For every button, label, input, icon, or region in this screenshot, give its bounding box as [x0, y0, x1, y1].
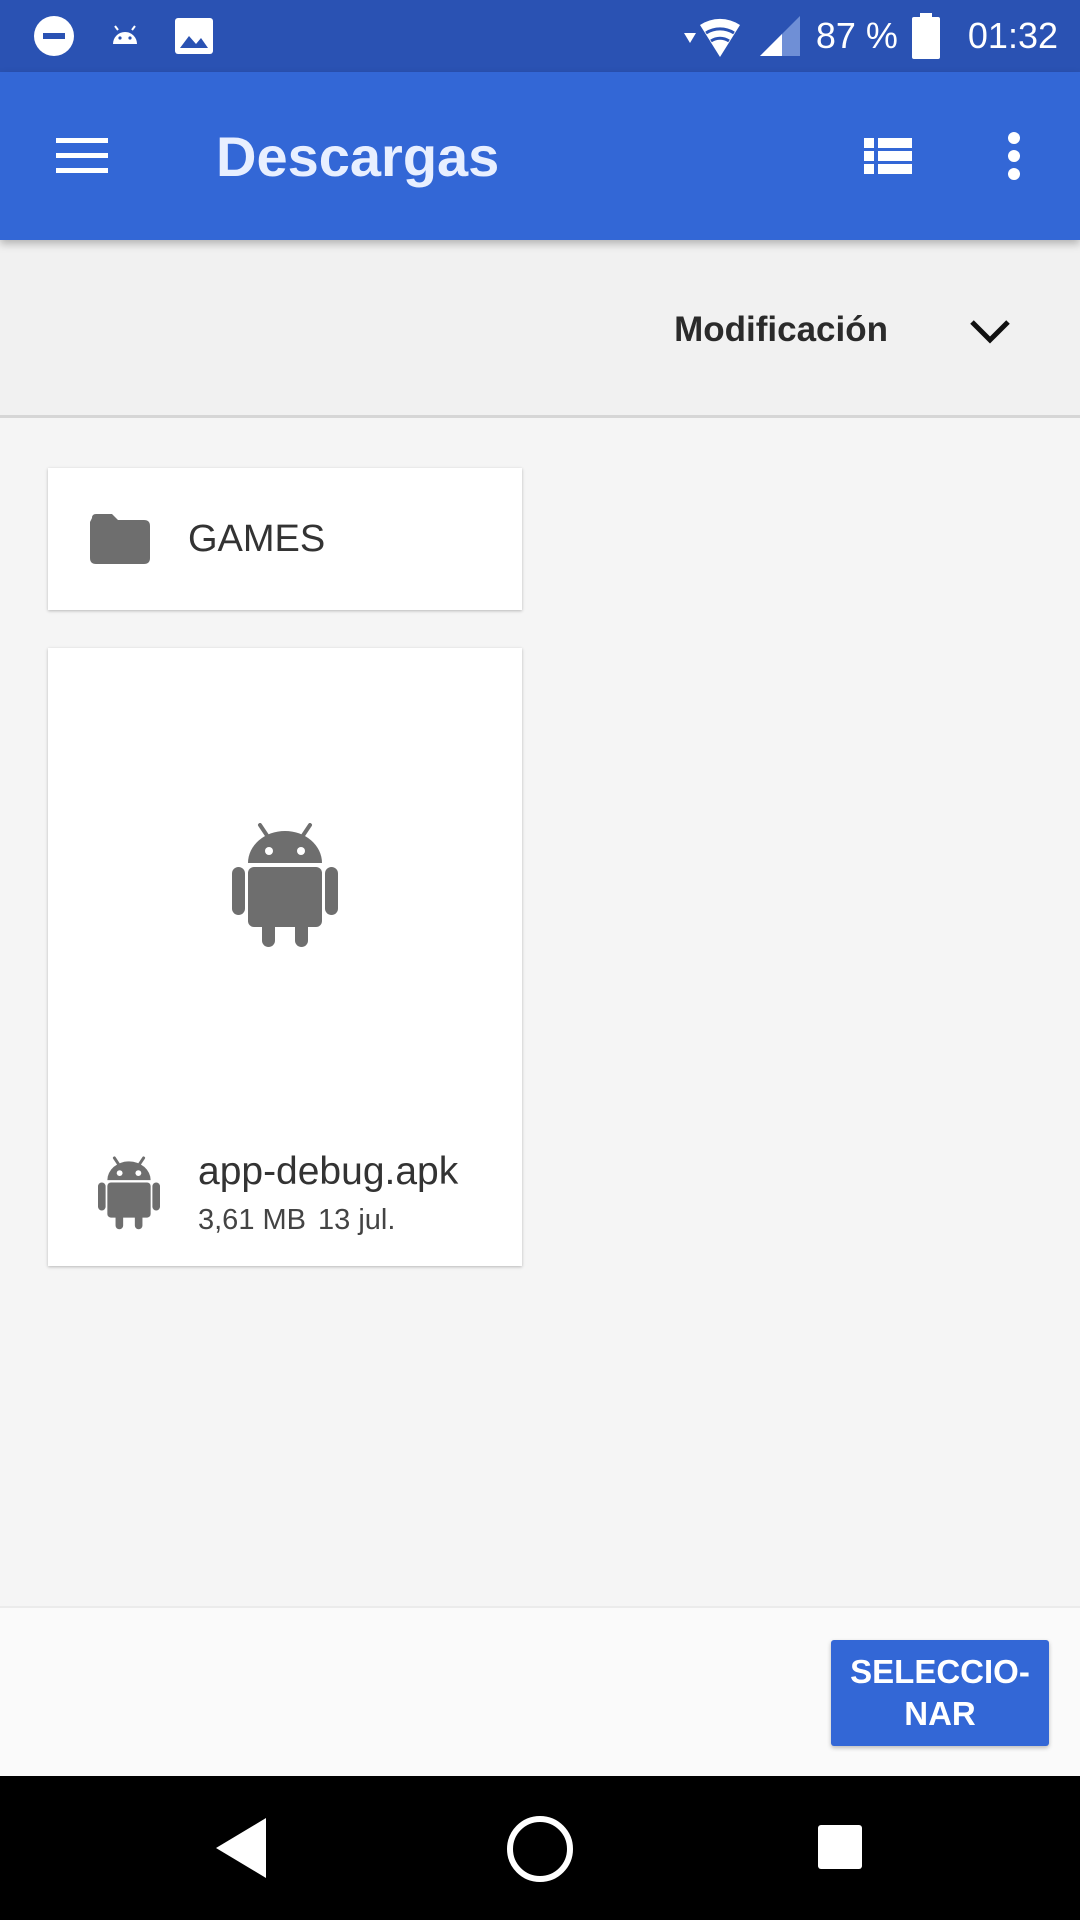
page-title: Descargas	[216, 125, 500, 188]
folder-item[interactable]: GAMES	[48, 468, 522, 610]
select-button-label: SELECCIO-NAR	[850, 1653, 1030, 1732]
app-bar: Descargas	[0, 72, 1080, 240]
list-view-icon	[864, 138, 912, 174]
image-notification-icon	[175, 18, 213, 54]
more-vert-icon	[1008, 132, 1020, 180]
file-item[interactable]: app-debug.apk 3,61 MB 13 jul.	[48, 648, 522, 1266]
system-nav-bar	[0, 1776, 1080, 1920]
file-grid: GAMES app-debug.apk 3,61 MB 13 jul.	[0, 420, 1080, 1606]
menu-button[interactable]	[52, 126, 112, 186]
bottom-action-bar: SELECCIO-NAR	[0, 1606, 1080, 1776]
chevron-down-icon[interactable]	[966, 312, 1014, 352]
file-size: 3,61 MB	[198, 1204, 306, 1236]
android-notification-icon	[113, 25, 137, 44]
battery-icon	[911, 13, 940, 59]
android-icon	[232, 823, 338, 947]
folder-icon	[90, 514, 150, 564]
file-meta: 3,61 MB 13 jul.	[198, 1204, 395, 1237]
more-options-button[interactable]	[990, 126, 1030, 186]
folder-name: GAMES	[188, 518, 326, 560]
android-file-type-icon	[98, 1156, 160, 1230]
back-icon[interactable]	[212, 1814, 272, 1882]
menu-icon	[56, 138, 108, 173]
file-name: app-debug.apk	[198, 1150, 459, 1193]
file-date: 13 jul.	[318, 1204, 396, 1236]
sort-bar: Modificación	[0, 240, 1080, 418]
home-icon[interactable]	[505, 1814, 575, 1884]
signal-icon	[759, 16, 800, 56]
wifi-icon	[683, 18, 740, 57]
do-not-disturb-icon	[34, 16, 74, 56]
battery-percentage: 87 %	[815, 15, 898, 56]
select-button[interactable]: SELECCIO-NAR	[831, 1640, 1049, 1746]
clock: 01:32	[967, 15, 1058, 56]
recents-icon[interactable]	[817, 1824, 863, 1870]
sort-dropdown-label[interactable]: Modificación	[674, 310, 888, 350]
list-view-button[interactable]	[858, 126, 918, 186]
status-bar: 87 % 01:32	[0, 0, 1080, 72]
